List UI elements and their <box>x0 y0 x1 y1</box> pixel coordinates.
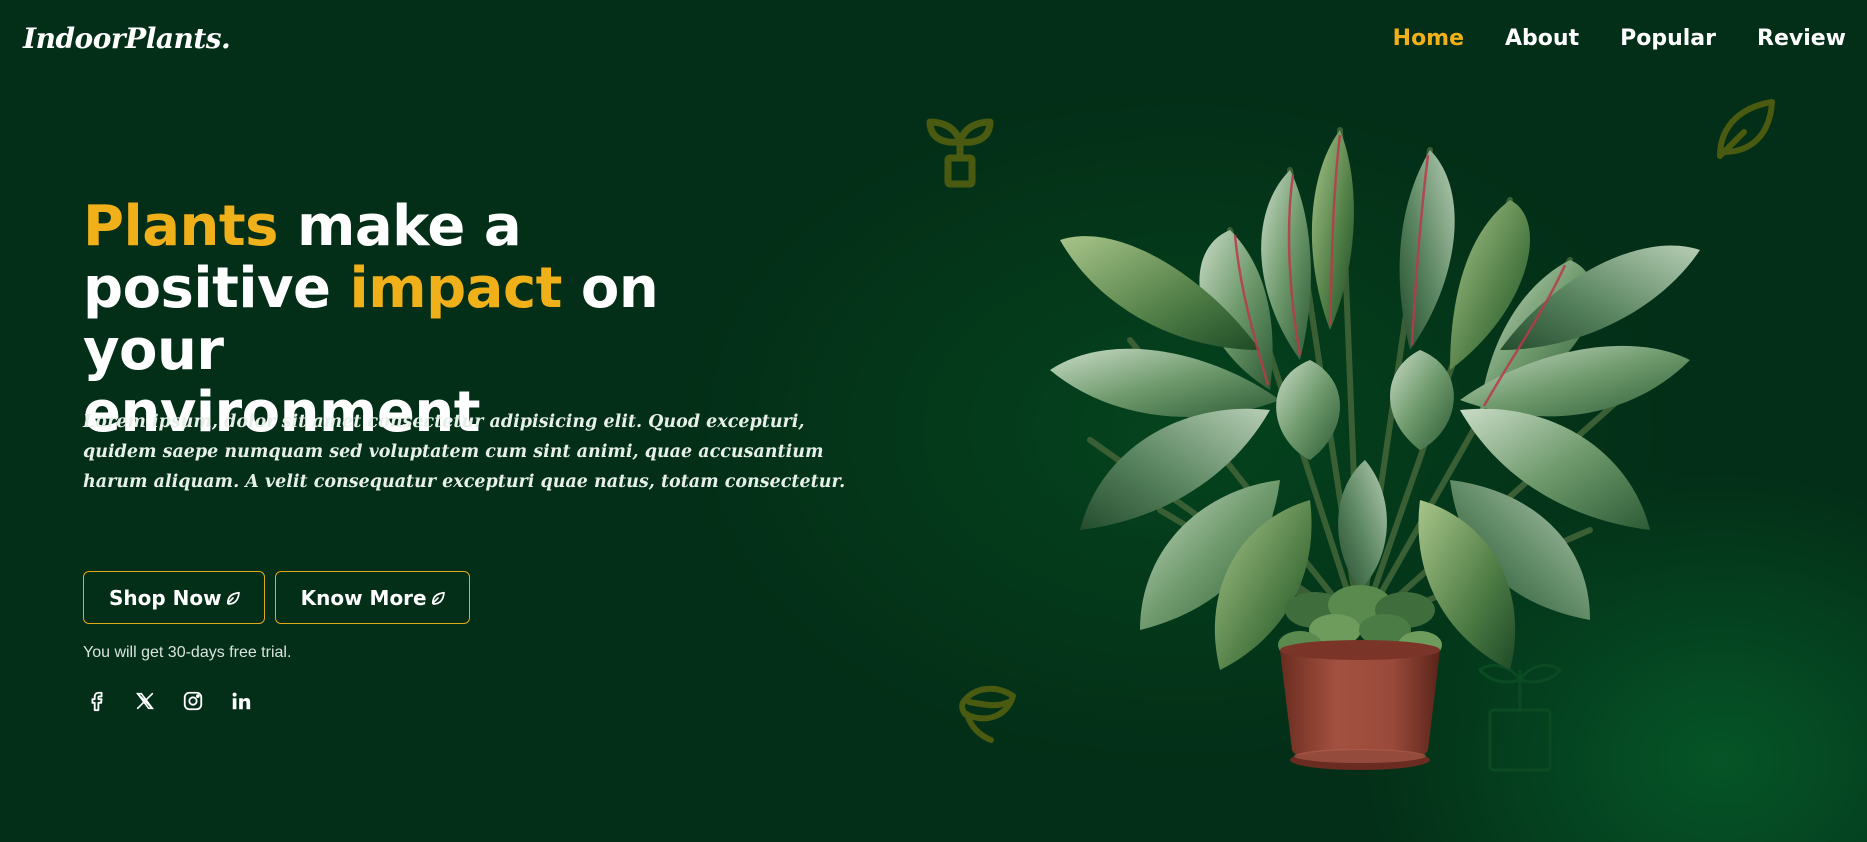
plant-illustration <box>1050 127 1700 770</box>
x-icon[interactable] <box>134 690 156 712</box>
nav-about[interactable]: About <box>1505 26 1579 51</box>
shop-now-label: Shop Now <box>109 585 222 610</box>
hero-title-make-a: make a <box>278 194 522 259</box>
hero-title-positive: positive <box>83 256 350 321</box>
social-links <box>86 690 252 712</box>
leaf-outline-icon <box>1717 99 1775 159</box>
hero-title-plants: Plants <box>83 194 279 259</box>
hero-buttons: Shop Now Know More <box>83 571 470 624</box>
know-more-button[interactable]: Know More <box>274 571 470 624</box>
nav-home[interactable]: Home <box>1393 26 1464 51</box>
hero-description: Lorem ipsum, dolor sit amet consectetur … <box>83 412 846 492</box>
know-more-label: Know More <box>300 585 427 610</box>
potted-sprout-icon <box>926 118 994 188</box>
facebook-icon[interactable] <box>86 690 108 712</box>
linkedin-icon[interactable] <box>230 690 252 712</box>
instagram-icon[interactable] <box>182 690 204 712</box>
shop-now-button[interactable]: Shop Now <box>83 571 265 624</box>
main-nav: Home About Popular Review <box>1393 26 1846 51</box>
leaf-icon <box>431 591 445 605</box>
nav-popular[interactable]: Popular <box>1620 26 1716 51</box>
leaf-icon <box>226 591 240 605</box>
brand-logo[interactable]: IndoorPlants. <box>23 22 231 55</box>
nav-review[interactable]: Review <box>1757 26 1846 51</box>
trial-note: You will get 30-days free trial. <box>83 644 292 661</box>
hero-title-impact: impact <box>349 256 563 321</box>
